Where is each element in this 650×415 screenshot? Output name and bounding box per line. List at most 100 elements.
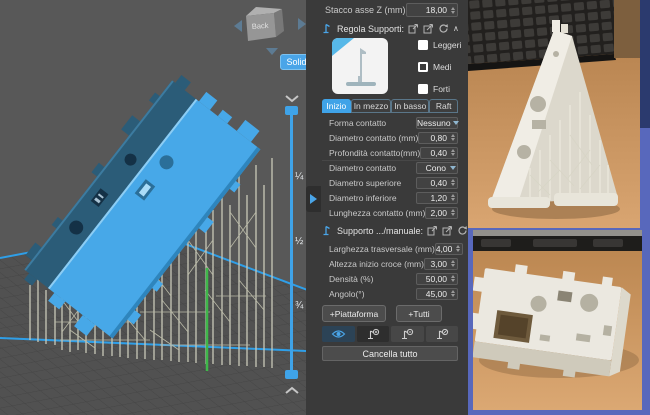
build-scene[interactable] <box>0 0 306 415</box>
contact-fields: Forma contatto Nessuno Diametro contatto… <box>322 115 458 220</box>
weight-option-medium[interactable]: Medi <box>418 62 461 72</box>
add-support-actions: +Piattaforma +Tutti <box>322 305 458 322</box>
add-all-supports-button[interactable]: +Tutti <box>396 305 442 322</box>
diametro-contatto-select[interactable]: Cono <box>416 162 458 174</box>
reference-photos <box>468 0 650 415</box>
spinner-icon[interactable] <box>449 7 457 14</box>
support-section-tabs: Inizio In mezzo In basso Raft <box>322 99 458 113</box>
profondita-contatto-input[interactable]: 0,40 <box>420 147 458 159</box>
field-row: Profondità contatto(mm) 0,40 <box>322 145 458 160</box>
add-platform-supports-button[interactable]: +Piattaforma <box>322 305 386 322</box>
diametro-inferiore-input[interactable]: 1,20 <box>416 192 458 204</box>
checkbox-medi[interactable] <box>418 62 428 72</box>
support-icon <box>322 23 333 34</box>
reset-settings-icon[interactable] <box>457 225 468 236</box>
slider-chevron-down-icon[interactable] <box>284 94 300 103</box>
spinner-icon[interactable] <box>449 149 457 156</box>
field-row: Diametro contatto (mm) 0,80 <box>322 130 458 145</box>
photo-printed-part-with-supports <box>468 0 650 228</box>
field-row: Angolo(°) 45,00 <box>322 286 458 301</box>
slider-label-three-quarter: ¾ <box>295 300 303 311</box>
remove-support-icon <box>400 328 414 341</box>
densita-input[interactable]: 50,00 <box>416 273 458 285</box>
chevron-down-icon <box>453 121 459 125</box>
eye-icon <box>331 329 346 339</box>
altezza-inizio-croce-input[interactable]: 3,00 <box>424 258 458 270</box>
collapse-section-icon[interactable]: ∧ <box>453 24 459 33</box>
import-settings-icon[interactable] <box>427 225 438 236</box>
manual-section-title: Supporto .../manuale: <box>337 226 423 236</box>
angolo-input[interactable]: 45,00 <box>416 288 458 300</box>
chevron-down-icon <box>448 166 457 170</box>
edit-support-tool-button[interactable] <box>391 326 424 342</box>
z-detach-label: Stacco asse Z (mm) <box>322 5 406 15</box>
delete-support-icon <box>435 328 449 341</box>
support-icon <box>322 225 333 236</box>
supports-section-title: Regola Supporti: <box>337 24 404 34</box>
supports-section-header: Regola Supporti: ∧ <box>322 20 458 37</box>
weight-option-strong[interactable]: Forti <box>418 84 461 94</box>
field-row: Diametro inferiore 1,20 <box>322 190 458 205</box>
support-tools <box>322 326 458 342</box>
layer-slider-track[interactable] <box>290 114 293 374</box>
keyboard-in-photo <box>468 0 620 64</box>
spinner-icon[interactable] <box>449 209 457 216</box>
spinner-icon[interactable] <box>449 275 457 282</box>
spinner-icon[interactable] <box>449 194 457 201</box>
field-row: Densità (%) 50,00 <box>322 271 458 286</box>
spinner-icon[interactable] <box>449 179 457 186</box>
rotate-down-arrow-icon <box>266 48 278 55</box>
field-row: Forma contatto Nessuno <box>322 115 458 130</box>
support-settings-panel: Stacco asse Z (mm) 18,00 Regola Supporti… <box>306 0 468 415</box>
forma-contatto-select[interactable]: Nessuno <box>416 117 458 129</box>
add-support-tool-button[interactable] <box>357 326 390 342</box>
larghezza-trasversale-input[interactable]: 4,00 <box>435 243 464 255</box>
nav-cube-face-label: Back <box>252 21 270 31</box>
lunghezza-contatto-input[interactable]: 2,00 <box>425 207 458 219</box>
import-settings-icon[interactable] <box>408 23 419 34</box>
rotate-left-arrow-icon <box>234 20 242 32</box>
slider-label-half: ½ <box>295 236 303 247</box>
slider-chevron-up-icon[interactable] <box>284 386 300 395</box>
export-settings-icon[interactable] <box>442 225 453 236</box>
layer-slider-handle-top[interactable] <box>285 106 298 115</box>
toggle-supports-visibility-button[interactable] <box>322 326 355 342</box>
checkbox-leggeri[interactable] <box>418 40 428 50</box>
export-settings-icon[interactable] <box>423 23 434 34</box>
nav-cube[interactable]: Back <box>228 0 306 60</box>
viewport-3d[interactable]: Back Solido ¼ ½ ¾ <box>0 0 306 415</box>
spinner-icon[interactable] <box>449 290 457 297</box>
rotate-right-arrow-icon <box>298 18 306 30</box>
field-row: Lunghezza contatto (mm) 2,00 <box>322 205 458 220</box>
tab-in-mezzo[interactable]: In mezzo <box>351 99 392 113</box>
clear-all-supports-button[interactable]: Cancella tutto <box>322 346 458 361</box>
support-type-body: Leggeri Medi Forti <box>322 38 458 98</box>
tab-in-basso[interactable]: In basso <box>391 99 429 113</box>
add-support-icon <box>366 328 380 341</box>
field-row: Diametro contatto Cono <box>322 160 458 175</box>
slicer-app: Back Solido ¼ ½ ¾ Stacco asse Z (mm) 18,… <box>0 0 650 415</box>
z-detach-row: Stacco asse Z (mm) 18,00 <box>322 2 458 18</box>
layer-slider-handle-bottom[interactable] <box>285 370 298 379</box>
support-preview-thumbnail <box>332 38 388 94</box>
tab-inizio[interactable]: Inizio <box>322 99 351 113</box>
manual-fields: Larghezza trasversale (mm) 4,00 Altezza … <box>322 241 458 301</box>
manual-section-header: Supporto .../manuale: ∧ <box>322 222 458 239</box>
field-row: Altezza inizio croce (mm) 3,00 <box>322 256 458 271</box>
spinner-icon[interactable] <box>449 260 457 267</box>
panel-collapse-button[interactable] <box>306 186 321 212</box>
diametro-contatto-input[interactable]: 0,80 <box>418 132 458 144</box>
field-row: Larghezza trasversale (mm) 4,00 <box>322 241 458 256</box>
spinner-icon[interactable] <box>454 245 462 252</box>
reset-settings-icon[interactable] <box>438 23 449 34</box>
view-mode-button[interactable]: Solido <box>280 54 306 70</box>
tab-raft[interactable]: Raft <box>429 99 458 113</box>
diametro-superiore-input[interactable]: 0,40 <box>416 177 458 189</box>
delete-support-tool-button[interactable] <box>426 326 459 342</box>
spinner-icon[interactable] <box>449 134 457 141</box>
weight-option-light[interactable]: Leggeri <box>418 40 461 50</box>
checkbox-forti[interactable] <box>418 84 428 94</box>
slider-label-quarter: ¼ <box>295 171 303 182</box>
z-detach-input[interactable]: 18,00 <box>406 3 458 17</box>
photo-printed-part-flat <box>473 230 642 410</box>
